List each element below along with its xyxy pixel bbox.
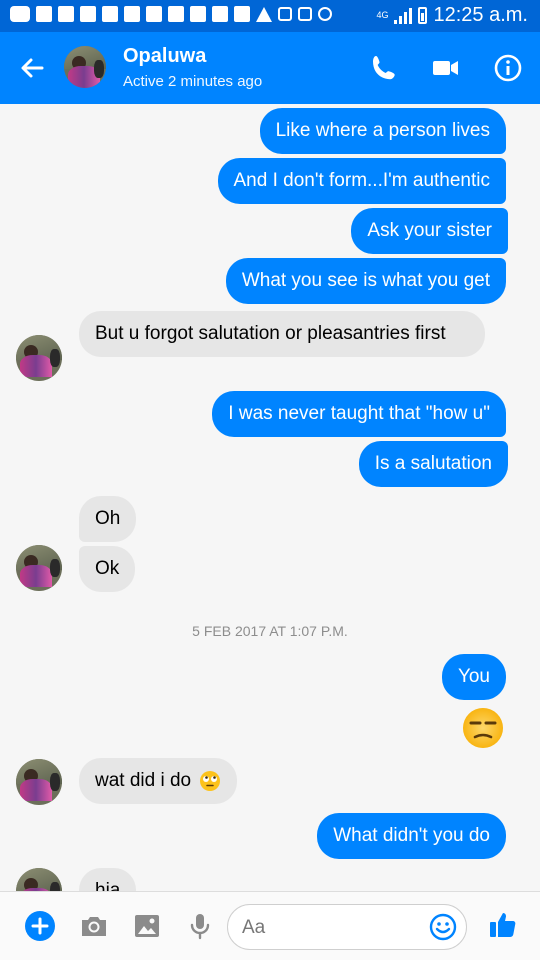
- facebook-notification-icon: [124, 6, 140, 22]
- network-type: 4G: [376, 10, 389, 20]
- outgoing-message[interactable]: What didn't you do: [317, 813, 506, 859]
- battery-icon: [418, 7, 428, 24]
- contact-avatar[interactable]: [16, 545, 62, 591]
- incoming-message[interactable]: Oh: [79, 496, 137, 542]
- outgoing-message[interactable]: I was never taught that "how u": [212, 391, 506, 437]
- outgoing-message[interactable]: And I don't form...I'm authentic: [217, 158, 506, 204]
- facebook-notification-icon: [58, 6, 74, 22]
- phone-icon[interactable]: [366, 50, 402, 86]
- contact-avatar[interactable]: [16, 759, 62, 805]
- outgoing-message[interactable]: Is a salutation: [358, 441, 508, 487]
- rolling-eyes-face-icon: [200, 771, 221, 791]
- camera-icon[interactable]: [78, 910, 110, 942]
- incoming-message[interactable]: wat did i do: [79, 758, 238, 804]
- message-composer: Aa: [0, 891, 540, 960]
- outgoing-message[interactable]: You: [441, 654, 506, 700]
- facebook-notification-icon: [168, 6, 184, 22]
- contact-name[interactable]: Opaluwa: [123, 45, 206, 68]
- incoming-message[interactable]: Ok: [79, 546, 136, 592]
- contact-avatar[interactable]: [64, 46, 106, 88]
- conversation-header: Opaluwa Active 2 minutes ago: [0, 32, 540, 104]
- notification-icons: [10, 6, 332, 22]
- facebook-notification-icon: [36, 6, 52, 22]
- facebook-notification-icon: [190, 6, 206, 22]
- emoji-icon[interactable]: [429, 913, 457, 941]
- facebook-notification-icon: [102, 6, 118, 22]
- chat-notification-icon: [10, 6, 30, 22]
- friend-request-icon: [146, 6, 162, 22]
- system-indicators: 4G 12:25 a.m.: [376, 4, 528, 27]
- facebook-notification-icon: [234, 6, 250, 22]
- message-timestamp: 5 FEB 2017 AT 1:07 P.M.: [192, 623, 348, 639]
- facebook-notification-icon: [212, 6, 228, 22]
- contact-active-status: Active 2 minutes ago: [123, 73, 263, 90]
- warning-icon: [256, 6, 272, 22]
- status-bar: 4G 12:25 a.m.: [0, 0, 540, 32]
- bag-icon: [298, 7, 312, 21]
- video-camera-icon[interactable]: [427, 50, 463, 86]
- instagram-icon: [318, 7, 332, 21]
- message-input-placeholder: Aa: [242, 917, 266, 938]
- unamused-face-icon[interactable]: [461, 706, 505, 750]
- outgoing-message[interactable]: What you see is what you get: [225, 258, 506, 304]
- contact-avatar[interactable]: [16, 335, 62, 381]
- message-text: wat did i do: [95, 770, 192, 791]
- message-input[interactable]: Aa: [227, 904, 467, 950]
- outgoing-message[interactable]: Ask your sister: [351, 208, 508, 254]
- info-icon[interactable]: [490, 50, 526, 86]
- outgoing-message[interactable]: Like where a person lives: [259, 108, 506, 154]
- signal-icon: [394, 7, 413, 24]
- arrow-back-icon[interactable]: [14, 50, 50, 86]
- thumbs-up-icon[interactable]: [486, 908, 520, 942]
- incoming-message[interactable]: But u forgot salutation or pleasantries …: [79, 311, 485, 357]
- clock: 12:25 a.m.: [433, 4, 528, 26]
- image-notification-icon: [278, 7, 292, 21]
- facebook-notification-icon: [80, 6, 96, 22]
- gallery-icon[interactable]: [131, 910, 163, 942]
- microphone-icon[interactable]: [184, 910, 216, 942]
- plus-icon[interactable]: [24, 910, 56, 942]
